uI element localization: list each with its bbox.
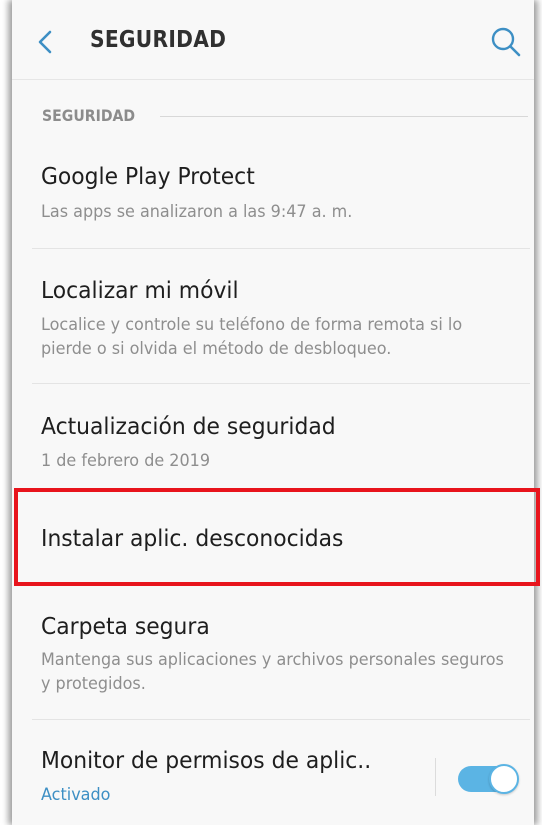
- section-label: SEGURIDAD: [42, 106, 136, 125]
- back-button[interactable]: [30, 22, 66, 62]
- item-title: Localizar mi móvil: [41, 278, 239, 304]
- item-subtitle: 1 de febrero de 2019: [41, 451, 211, 470]
- phone-screen: SEGURIDAD SEGURIDAD Google Play Protect …: [12, 0, 534, 825]
- list-divider: [32, 248, 530, 249]
- item-title: Carpeta segura: [41, 614, 210, 640]
- section-header: SEGURIDAD: [42, 104, 528, 128]
- item-subtitle: Mantenga sus aplicaciones y archivos per…: [41, 650, 504, 693]
- permission-monitor-toggle[interactable]: [458, 762, 519, 794]
- toggle-knob: [489, 764, 519, 794]
- item-title: Monitor de permisos de aplic..: [41, 748, 372, 774]
- item-subtitle: Localice y controle su teléfono de forma…: [41, 315, 463, 358]
- toggle-separator: [435, 758, 436, 796]
- item-title: Instalar aplic. desconocidas: [41, 526, 344, 552]
- list-item-install-unknown-apps[interactable]: Instalar aplic. desconocidas: [12, 492, 534, 584]
- page-title: SEGURIDAD: [90, 27, 227, 53]
- list-item-find-my-mobile[interactable]: Localizar mi móvil Localice y controle s…: [12, 262, 534, 382]
- list-item-secure-folder[interactable]: Carpeta segura Mantenga sus aplicaciones…: [12, 598, 534, 718]
- list-item-app-permission-monitor[interactable]: Monitor de permisos de aplic.. Activado: [12, 732, 534, 825]
- search-button[interactable]: [488, 24, 524, 60]
- list-item-google-play-protect[interactable]: Google Play Protect Las apps se analizar…: [12, 150, 534, 248]
- section-divider: [160, 116, 528, 117]
- page: SEGURIDAD SEGURIDAD Google Play Protect …: [0, 0, 542, 825]
- search-icon: [491, 27, 521, 57]
- chevron-left-icon: [38, 30, 52, 54]
- list-divider: [32, 383, 530, 384]
- item-title: Actualización de seguridad: [41, 414, 336, 440]
- item-title: Google Play Protect: [41, 164, 255, 190]
- item-subtitle: Las apps se analizaron a las 9:47 a. m.: [41, 202, 353, 221]
- item-status: Activado: [41, 785, 111, 804]
- app-bar: SEGURIDAD: [12, 0, 534, 80]
- list-divider: [32, 719, 530, 720]
- list-item-security-update[interactable]: Actualización de seguridad 1 de febrero …: [12, 398, 534, 486]
